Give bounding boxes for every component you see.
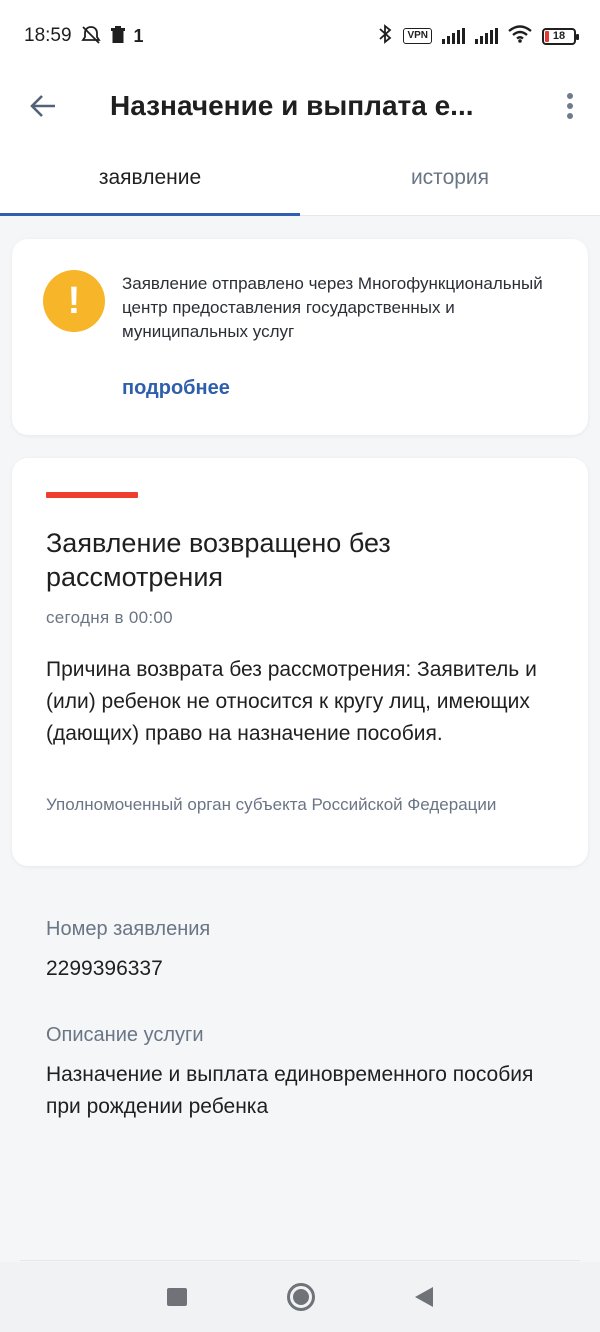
recents-icon[interactable]: [167, 1288, 187, 1306]
signal-icon: [442, 28, 465, 44]
info-text: Заявление отправлено через Многофункцион…: [122, 274, 543, 341]
status-reason: Причина возврата без рассмотрения: Заяви…: [46, 658, 537, 745]
status-time: 18:59: [24, 25, 72, 46]
arrow-left-icon: [30, 95, 55, 117]
battery-level: 18: [552, 30, 566, 42]
status-authority: Уполномоченный орган субъекта Российской…: [46, 795, 497, 814]
bluetooth-icon: [377, 23, 393, 49]
vpn-icon: VPN: [403, 28, 432, 44]
tab-history[interactable]: история: [300, 140, 600, 215]
status-time: сегодня в 00:00: [46, 608, 173, 627]
system-nav-bar: [0, 1262, 600, 1332]
wifi-icon: [508, 24, 532, 48]
nav-divider: [20, 1260, 580, 1261]
battery-icon: 18: [542, 27, 579, 45]
tab-application[interactable]: заявление: [0, 140, 300, 216]
status-accent-bar: [46, 492, 138, 498]
status-right: VPN 18: [377, 23, 579, 49]
sim-icon: 1: [133, 26, 144, 46]
signal-icon: [475, 28, 498, 44]
home-icon[interactable]: [287, 1283, 315, 1311]
more-menu-button[interactable]: [540, 72, 600, 140]
trash-icon: [110, 25, 126, 47]
status-card: Заявление возвращено без рассмотрения се…: [12, 458, 588, 866]
application-number-label: Номер заявления: [46, 918, 211, 940]
page-title: Назначение и выплата е...: [110, 90, 474, 121]
status-left: 18:59 1: [24, 25, 144, 48]
tab-bar: заявление история: [0, 140, 600, 216]
app-bar: Назначение и выплата е...: [0, 72, 600, 140]
more-details-link[interactable]: подробнее: [122, 377, 230, 400]
back-button[interactable]: [0, 72, 86, 140]
status-bar: 18:59 1 VPN 18: [0, 0, 600, 72]
warning-icon: !: [43, 270, 105, 332]
info-card: ! Заявление отправлено через Многофункци…: [12, 239, 588, 435]
service-description-value: Назначение и выплата единовременного пос…: [46, 1063, 534, 1118]
back-icon[interactable]: [415, 1287, 433, 1307]
status-title: Заявление возвращено без рассмотрения: [46, 528, 391, 592]
service-description-label: Описание услуги: [46, 1024, 204, 1046]
more-vert-icon: [567, 93, 573, 99]
mute-icon: [80, 25, 102, 48]
application-number-value: 2299396337: [46, 957, 163, 980]
